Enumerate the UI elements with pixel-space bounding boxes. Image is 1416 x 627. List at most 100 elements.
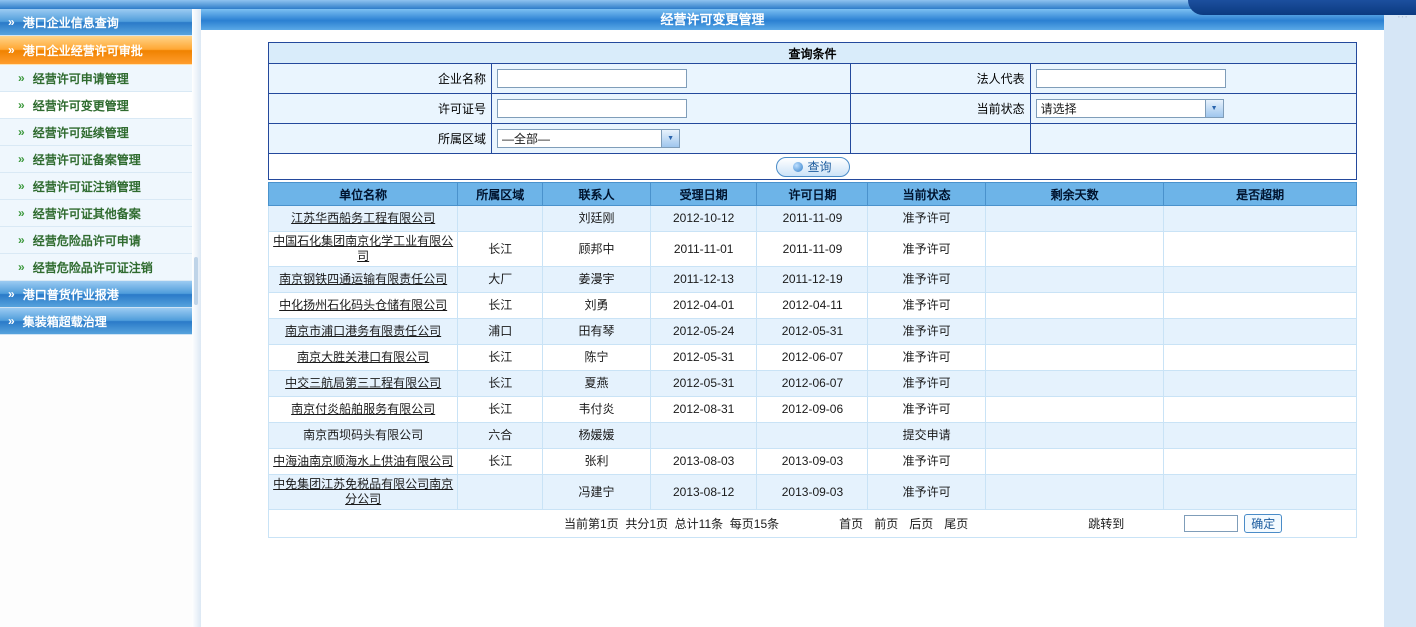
company-name-link[interactable]: 南京付炎船舶服务有限公司 (291, 402, 435, 416)
company-name-link[interactable]: 南京钢铁四通运输有限责任公司 (279, 272, 447, 286)
table-cell: 长江 (458, 345, 543, 371)
company-name-label: 企业名称 (269, 64, 492, 94)
sidebar-item-2[interactable]: »经营许可申请管理 (0, 65, 192, 92)
table-cell: 冯建宁 (543, 475, 651, 510)
table-cell: 浦口 (458, 319, 543, 345)
company-name-link[interactable]: 江苏华西船务工程有限公司 (291, 211, 435, 225)
table-cell: 2012-09-06 (757, 397, 868, 423)
company-name-cell: 江苏华西船务工程有限公司 (269, 206, 458, 232)
table-cell (757, 423, 868, 449)
company-name-link[interactable]: 南京大胜关港口有限公司 (297, 350, 429, 364)
chevron-down-icon: ▼ (661, 130, 679, 147)
table-row: 中化扬州石化码头仓储有限公司长江刘勇2012-04-012012-04-11准予… (269, 293, 1357, 319)
table-row: 中海油南京顺海水上供油有限公司长江张利2013-08-032013-09-03准… (269, 449, 1357, 475)
table-cell (1164, 397, 1357, 423)
table-cell (458, 475, 543, 510)
search-button-label: 查询 (807, 161, 831, 173)
page-jump-input[interactable] (1184, 515, 1238, 532)
table-cell: 长江 (458, 397, 543, 423)
company-name-cell: 中化扬州石化码头仓储有限公司 (269, 293, 458, 319)
column-header: 当前状态 (868, 183, 986, 206)
table-cell: 2013-08-12 (650, 475, 757, 510)
table-cell: 长江 (458, 232, 543, 267)
company-name-cell: 南京西坝码头有限公司 (269, 423, 458, 449)
table-cell (1164, 232, 1357, 267)
table-cell: 准予许可 (868, 449, 986, 475)
pagination-bar: 当前第1页 共分1页 总计11条 每页15条 首页前页后页尾页 跳转到 确定 (268, 510, 1357, 538)
column-header: 受理日期 (650, 183, 757, 206)
company-name-cell: 南京大胜关港口有限公司 (269, 345, 458, 371)
search-button[interactable]: 查询 (776, 157, 850, 177)
legal-rep-input[interactable] (1036, 69, 1226, 88)
license-no-input[interactable] (497, 99, 687, 118)
status-select[interactable]: 请选择 ▼ (1036, 99, 1224, 118)
table-cell: 夏燕 (543, 371, 651, 397)
table-row: 中免集团江苏免税品有限公司南京分公司冯建宁2013-08-122013-09-0… (269, 475, 1357, 510)
column-header: 是否超期 (1164, 183, 1357, 206)
query-conditions-panel: 查询条件 企业名称 法人代表 许可证号 当前状态 请选择 ▼ (268, 42, 1357, 180)
pagination-nav: 首页前页后页尾页 (839, 515, 968, 532)
top-right-corner-decoration (1188, 0, 1416, 15)
sidebar-item-11[interactable]: » 集装箱超载治理 (0, 308, 192, 335)
table-cell: 长江 (458, 371, 543, 397)
menu-arrow-icon: » (8, 288, 15, 300)
table-cell (650, 423, 757, 449)
menu-arrow-icon: » (8, 315, 15, 327)
sidebar-item-9[interactable]: »经营危险品许可证注销 (0, 254, 192, 281)
company-name-link[interactable]: 中交三航局第三工程有限公司 (285, 376, 441, 390)
sidebar-item-7[interactable]: »经营许可证其他备案 (0, 200, 192, 227)
table-cell: 六合 (458, 423, 543, 449)
status-label: 当前状态 (851, 94, 1031, 124)
table-row: 中交三航局第三工程有限公司长江夏燕2012-05-312012-06-07准予许… (269, 371, 1357, 397)
company-name-link[interactable]: 中化扬州石化码头仓储有限公司 (279, 298, 447, 312)
company-name-cell: 中国石化集团南京化学工业有限公司 (269, 232, 458, 267)
sidebar-item-6[interactable]: »经营许可证注销管理 (0, 173, 192, 200)
table-cell: 2011-11-09 (757, 232, 868, 267)
pagination-next-link[interactable]: 后页 (909, 515, 933, 532)
table-cell: 2011-11-09 (757, 206, 868, 232)
sidebar-item-10[interactable]: »港口普货作业报港 (0, 281, 192, 308)
sidebar-item-1[interactable]: »港口企业经营许可审批 (0, 36, 192, 65)
table-cell: 准予许可 (868, 397, 986, 423)
sidebar-item-label: 集装箱超载治理 (23, 313, 107, 330)
sidebar-item-label: 经营危险品许可申请 (33, 232, 141, 249)
company-name-link[interactable]: 中海油南京顺海水上供油有限公司 (273, 454, 453, 468)
company-name-link[interactable]: 中免集团江苏免税品有限公司南京分公司 (273, 477, 453, 506)
sidebar-item-4[interactable]: »经营许可延续管理 (0, 119, 192, 146)
jump-confirm-button[interactable]: 确定 (1244, 514, 1282, 533)
table-cell (1164, 345, 1357, 371)
table-cell: 长江 (458, 293, 543, 319)
table-cell: 韦付炎 (543, 397, 651, 423)
sidebar-item-label: 经营许可延续管理 (33, 124, 129, 141)
menu-arrow-icon: » (8, 16, 15, 28)
drag-dots-icon[interactable]: ⋯ (1397, 10, 1409, 23)
sidebar-item-5[interactable]: »经营许可证备案管理 (0, 146, 192, 173)
table-cell: 2012-08-31 (650, 397, 757, 423)
table-cell: 2011-12-19 (757, 267, 868, 293)
table-header-row: 单位名称所属区域联系人受理日期许可日期当前状态剩余天数是否超期 (269, 183, 1357, 206)
table-cell: 陈宁 (543, 345, 651, 371)
pagination-last-link[interactable]: 尾页 (944, 515, 968, 532)
table-cell: 提交申请 (868, 423, 986, 449)
region-select[interactable]: —全部— ▼ (497, 129, 680, 148)
sidebar-item-8[interactable]: »经营危险品许可申请 (0, 227, 192, 254)
sidebar-item-0[interactable]: »港口企业信息查询 (0, 9, 192, 36)
company-name-input[interactable] (497, 69, 687, 88)
splitter-grip-handle[interactable] (194, 257, 198, 305)
region-label: 所属区域 (269, 124, 492, 154)
table-cell: 准予许可 (868, 475, 986, 510)
sidebar-item-3[interactable]: »经营许可变更管理 (0, 92, 192, 119)
table-cell (985, 397, 1163, 423)
menu-arrow-icon: » (18, 72, 25, 84)
table-cell: 2012-05-31 (650, 345, 757, 371)
company-name-cell: 南京钢铁四通运输有限责任公司 (269, 267, 458, 293)
table-cell: 刘勇 (543, 293, 651, 319)
company-name-cell: 中免集团江苏免税品有限公司南京分公司 (269, 475, 458, 510)
pagination-prev-link[interactable]: 前页 (874, 515, 898, 532)
sidebar-item-label: 经营许可证其他备案 (33, 205, 141, 222)
menu-arrow-icon: » (18, 99, 25, 111)
pagination-first-link[interactable]: 首页 (839, 515, 863, 532)
sidebar-item-label: 经营危险品许可证注销 (33, 259, 153, 276)
company-name-link[interactable]: 中国石化集团南京化学工业有限公司 (273, 234, 453, 263)
company-name-link[interactable]: 南京市浦口港务有限责任公司 (285, 324, 441, 338)
